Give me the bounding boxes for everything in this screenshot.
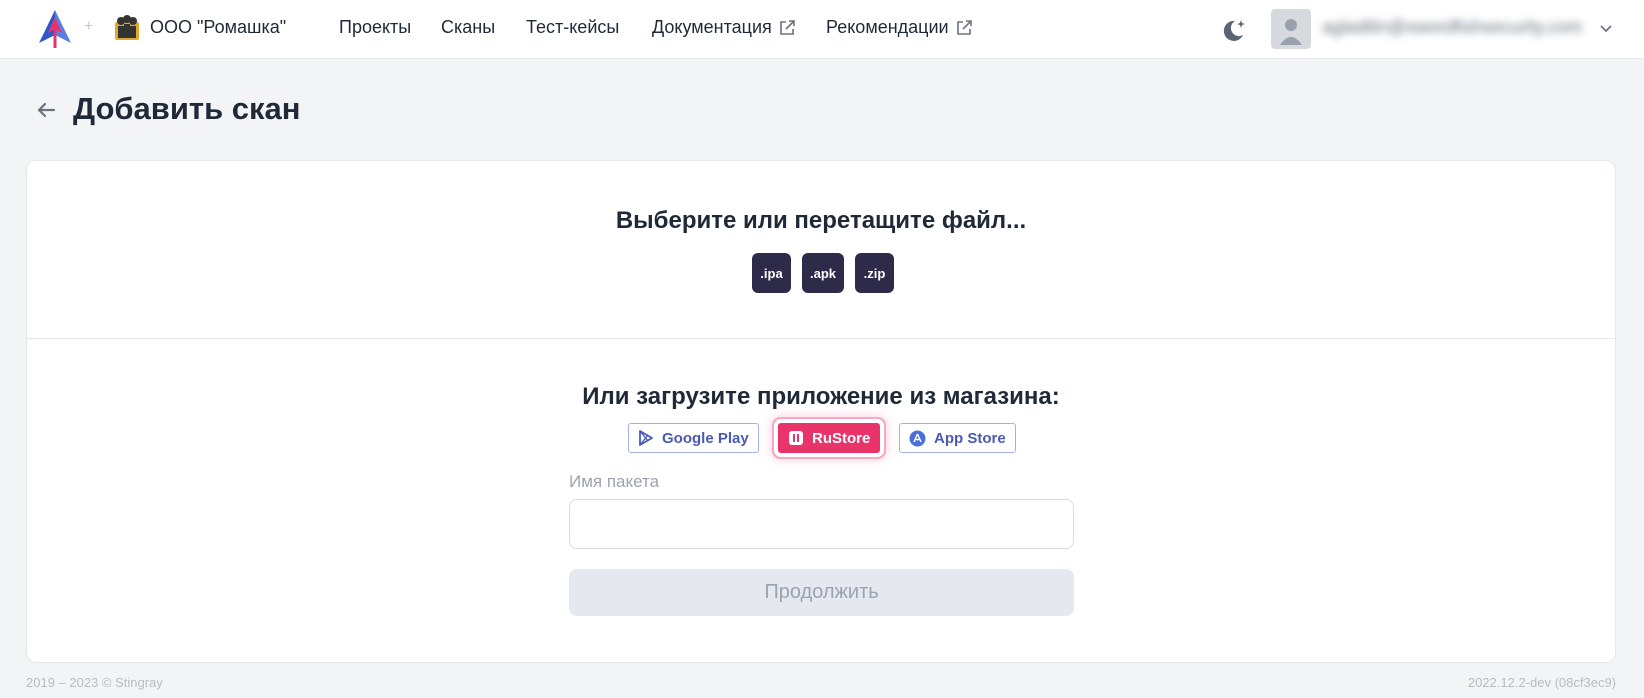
nav-documentation-label: Документация: [652, 17, 772, 37]
page-title: Добавить скан: [73, 91, 301, 126]
nav-documentation[interactable]: Документация: [652, 17, 796, 38]
store-title: Или загрузите приложение из магазина:: [582, 383, 1060, 410]
extension-chip-zip: .zip: [855, 253, 895, 293]
add-scan-card: Выберите или перетащите файл... .ipa .ap…: [26, 160, 1616, 663]
nav-test-cases-label: Тест-кейсы: [526, 17, 620, 37]
app-store-label: App Store: [934, 429, 1006, 447]
external-link-icon: [956, 19, 972, 35]
nav-recommendations-label: Рекомендации: [826, 17, 949, 37]
back-arrow-icon[interactable]: [34, 98, 58, 122]
google-play-label: Google Play: [662, 429, 749, 447]
extension-chip-ipa: .ipa: [752, 253, 791, 293]
nav-test-cases[interactable]: Тест-кейсы: [526, 17, 619, 38]
nav-scans[interactable]: Сканы: [441, 17, 495, 38]
dropzone-title: Выберите или перетащите файл...: [615, 207, 1027, 234]
nav-recommendations[interactable]: Рекомендации: [826, 17, 973, 38]
logo-icon[interactable]: [34, 9, 76, 49]
dark-mode-toggle-icon[interactable]: [1218, 15, 1248, 45]
google-play-icon: [639, 430, 653, 446]
nav-projects[interactable]: Проекты: [339, 17, 411, 38]
rustore-button[interactable]: RuStore: [778, 423, 881, 453]
plus-separator: +: [84, 18, 94, 35]
extension-chip-apk: .apk: [802, 253, 845, 293]
organization-icon: [112, 13, 142, 43]
rustore-icon: [789, 431, 803, 445]
user-email[interactable]: agladilin@swordfishsecurity.com: [1322, 17, 1582, 38]
package-name-label: Имя пакета: [569, 472, 660, 491]
nav-projects-label: Проекты: [339, 17, 412, 37]
external-link-icon: [779, 19, 795, 35]
file-dropzone[interactable]: Выберите или перетащите файл... .ipa .ap…: [27, 161, 1615, 339]
footer-version: 2022.12.2-dev (08cf3ec9): [1467, 675, 1616, 690]
nav-scans-label: Сканы: [441, 17, 496, 37]
organization-name[interactable]: ООО "Ромашка": [150, 17, 286, 38]
extension-chips: .ipa .apk .zip: [752, 253, 895, 293]
chevron-down-icon[interactable]: [1598, 20, 1614, 36]
footer-copyright: 2019 – 2023 © Stingray: [26, 675, 163, 690]
google-play-button[interactable]: Google Play: [628, 423, 759, 453]
app-store-icon: [909, 430, 926, 446]
avatar[interactable]: [1271, 9, 1311, 49]
top-header: + ООО "Ромашка" Проекты Сканы Тест-кейсы…: [0, 0, 1644, 59]
app-store-button[interactable]: App Store: [899, 423, 1016, 453]
continue-button[interactable]: Продолжить: [569, 569, 1074, 616]
rustore-label: RuStore: [812, 429, 871, 447]
package-name-input[interactable]: [569, 499, 1074, 549]
